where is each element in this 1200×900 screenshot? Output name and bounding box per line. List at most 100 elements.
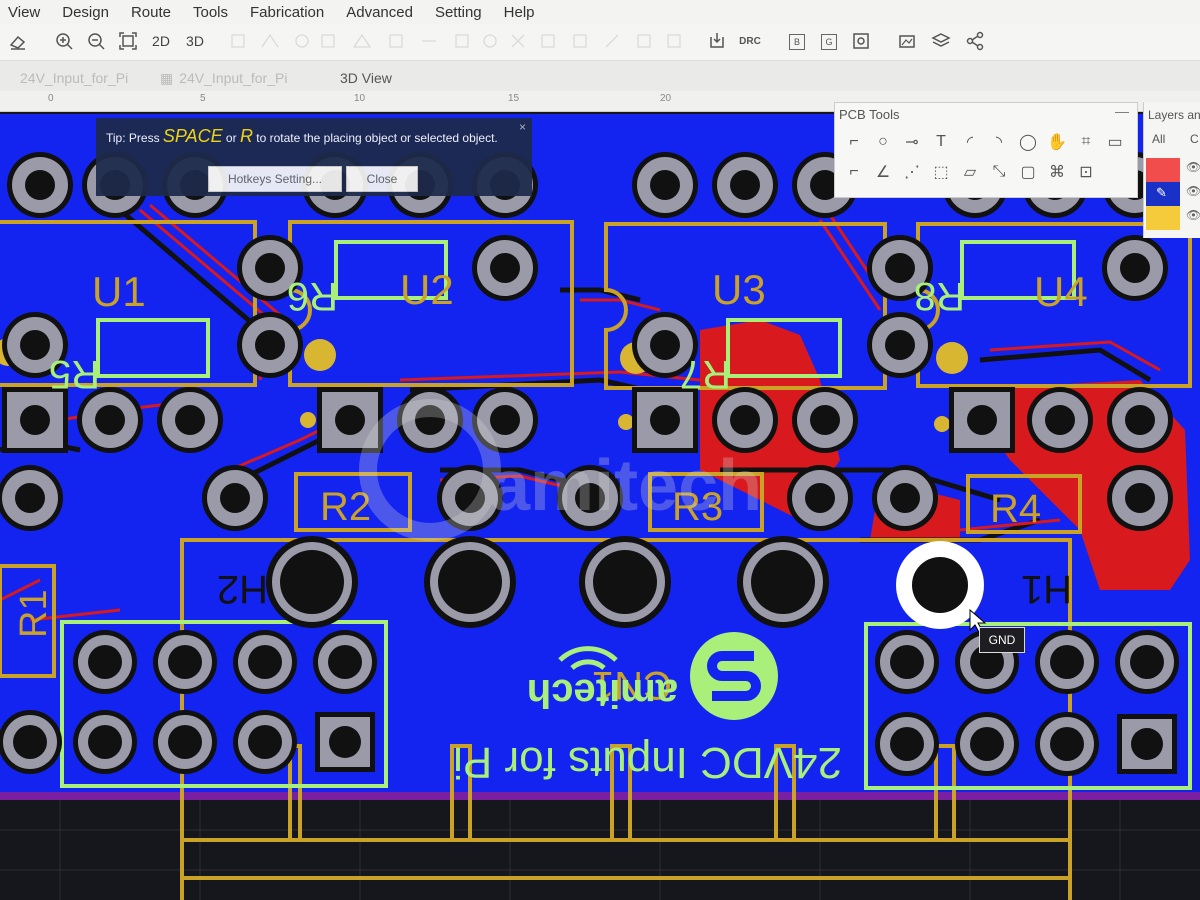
- zoom-in-icon[interactable]: [52, 28, 76, 54]
- tab-pcb-label: 24V_Input_for_Pi: [179, 70, 288, 86]
- menu-view[interactable]: View: [8, 4, 40, 21]
- pad-hole: [967, 405, 997, 435]
- menu-route[interactable]: Route: [131, 4, 171, 21]
- pad-hole: [255, 330, 285, 360]
- tab-pcb[interactable]: ▦ 24V_Input_for_Pi: [150, 65, 320, 91]
- disabled-tools-group: [222, 28, 692, 54]
- tab-3d-view-label: 3D View: [340, 70, 392, 86]
- via-icon[interactable]: ⊸: [901, 131, 923, 153]
- layers-tab-all[interactable]: All: [1152, 132, 1165, 146]
- text-icon[interactable]: T: [930, 131, 952, 153]
- pad-hole: [25, 170, 55, 200]
- silk-r8: R8: [914, 274, 965, 318]
- pad-hole: [885, 253, 915, 283]
- photo-view-icon[interactable]: [896, 28, 918, 54]
- array-icon[interactable]: ⌘: [1046, 161, 1068, 183]
- panel-minimize-button[interactable]: —: [1115, 103, 1129, 119]
- arc-icon[interactable]: ◜: [959, 131, 981, 153]
- angle-icon[interactable]: ∠: [872, 161, 894, 183]
- eye-icon[interactable]: 👁: [1186, 184, 1200, 198]
- silk-u1: U1: [92, 268, 146, 315]
- watermark-text: amitech: [490, 446, 762, 526]
- pad-hole: [95, 405, 125, 435]
- menu-tools[interactable]: Tools: [193, 4, 228, 21]
- g-button[interactable]: G: [821, 34, 837, 50]
- pad-hole: [650, 405, 680, 435]
- import-icon[interactable]: [706, 28, 728, 54]
- circle-icon[interactable]: ◯: [1017, 131, 1039, 153]
- ruler-label: 5: [200, 93, 206, 104]
- menu-advanced[interactable]: Advanced: [346, 4, 413, 21]
- pad-hole: [1120, 253, 1150, 283]
- fit-view-icon[interactable]: [116, 28, 140, 54]
- pad-hole: [1050, 645, 1084, 679]
- menu-fabrication[interactable]: Fabrication: [250, 4, 324, 21]
- tab-schematic[interactable]: 24V_Input_for_Pi: [10, 65, 165, 91]
- pad-hole: [1130, 645, 1164, 679]
- silk-h1: H1: [1021, 567, 1072, 611]
- rect-icon[interactable]: ▢: [1017, 161, 1039, 183]
- eye-icon[interactable]: 👁: [1186, 208, 1200, 222]
- tab-3d-view[interactable]: 3D View: [330, 65, 460, 91]
- tip-text: Tip: Press SPACE or R to rotate the plac…: [106, 126, 498, 146]
- pad-hole: [1050, 727, 1084, 761]
- menu-design[interactable]: Design: [62, 4, 109, 21]
- pcb-canvas[interactable]: U1 U2 U3 U4 R5 R6 R7 R8 R2 R3 R4 R1 H2 H…: [0, 112, 1200, 900]
- pad-hole: [220, 483, 250, 513]
- layers-tab-c[interactable]: C: [1190, 132, 1199, 146]
- zoom-out-icon[interactable]: [84, 28, 108, 54]
- ruler-label: 0: [48, 93, 54, 104]
- eraser-icon[interactable]: [6, 28, 30, 54]
- pad-hole: [1131, 728, 1163, 760]
- silk-r5: R5: [49, 352, 100, 396]
- view-3d-button[interactable]: 3D: [182, 28, 208, 54]
- eye-icon[interactable]: 👁: [1186, 160, 1200, 174]
- menu-help[interactable]: Help: [504, 4, 535, 21]
- view-2d-button[interactable]: 2D: [148, 28, 174, 54]
- pad-hole: [490, 405, 520, 435]
- tip-close-icon[interactable]: ×: [519, 120, 526, 134]
- tab-schematic-label: 24V_Input_for_Pi: [20, 70, 129, 86]
- pad-hole: [1045, 405, 1075, 435]
- share-icon[interactable]: [964, 28, 986, 54]
- silk-r7: R7: [680, 352, 731, 396]
- hotkeys-setting-button[interactable]: Hotkeys Setting...: [208, 166, 342, 192]
- drc-button[interactable]: DRC: [736, 28, 764, 54]
- arc-2-icon[interactable]: ◝: [988, 131, 1010, 153]
- pad-hole: [335, 405, 365, 435]
- layers-icon[interactable]: [930, 28, 952, 54]
- pad-icon[interactable]: ○: [872, 131, 894, 153]
- pcb-tools-title: PCB Tools: [839, 107, 900, 122]
- pad-hole: [650, 330, 680, 360]
- layer-bottom-color[interactable]: ✎: [1146, 182, 1180, 206]
- teardrop-icon[interactable]: ⤡: [988, 161, 1010, 183]
- pad-hole: [328, 645, 362, 679]
- line-icon[interactable]: ⌐: [843, 161, 865, 183]
- silk-board-title: 24VDC Inputs for Pi: [453, 738, 842, 787]
- region-icon[interactable]: ⬚: [930, 161, 952, 183]
- pad-hole: [329, 726, 361, 758]
- pan-icon[interactable]: ✋: [1046, 131, 1068, 153]
- connect-icon[interactable]: ⋰: [901, 161, 923, 183]
- toolbar: 2D 3D DRC B G: [0, 24, 1200, 61]
- layers-title: Layers and Objects: [1148, 108, 1200, 122]
- layer-silk-color[interactable]: [1146, 206, 1180, 230]
- pad-hole: [1125, 483, 1155, 513]
- silk-u2: U2: [400, 266, 454, 313]
- menu-setting[interactable]: Setting: [435, 4, 482, 21]
- b-button[interactable]: B: [789, 34, 805, 50]
- pad-hole: [248, 725, 282, 759]
- image-icon[interactable]: ▭: [1104, 131, 1126, 153]
- hole-icon[interactable]: ⌗: [1075, 131, 1097, 153]
- canvas-origin-icon[interactable]: ⊡: [1075, 161, 1097, 183]
- menu-bar: View Design Route Tools Fabrication Adva…: [0, 0, 1200, 24]
- layer-top-color[interactable]: [1146, 158, 1180, 182]
- pcb-icon: ▦: [160, 69, 174, 86]
- silk-h2: H2: [217, 567, 268, 611]
- tab-bar: 24V_Input_for_Pi ▦ 24V_Input_for_Pi 3D Vi…: [0, 61, 1200, 91]
- solid-region-icon[interactable]: ▱: [959, 161, 981, 183]
- board-outline-icon[interactable]: [850, 28, 872, 54]
- tip-close-button[interactable]: Close: [346, 166, 418, 192]
- track-icon[interactable]: ⌐: [843, 131, 865, 153]
- pad-hole: [168, 645, 202, 679]
